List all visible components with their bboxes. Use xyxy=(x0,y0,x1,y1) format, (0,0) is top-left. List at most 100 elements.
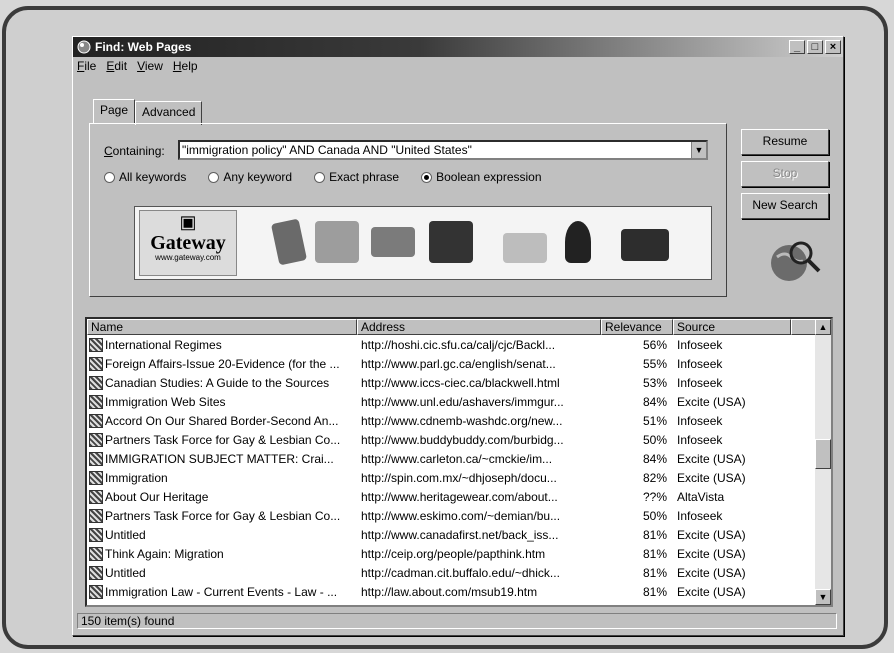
cell-address: http://www.heritagewear.com/about... xyxy=(361,489,558,504)
cell-name: Canadian Studies: A Guide to the Sources xyxy=(87,375,357,390)
stop-button[interactable]: Stop xyxy=(741,161,829,187)
find-window: Find: Web Pages _ □ × File Edit View Hel… xyxy=(72,36,844,636)
cell-address: http://www.buddybuddy.com/burbidg... xyxy=(361,432,564,447)
cell-relevance: 50% xyxy=(642,432,667,447)
find-app-icon xyxy=(77,40,91,54)
cell-name: Accord On Our Shared Border-Second An... xyxy=(87,413,357,428)
joystick-product-icon xyxy=(565,221,591,263)
cell-source: Excite (USA) xyxy=(677,451,746,466)
table-row[interactable]: Foreign Affairs-Issue 20-Evidence (for t… xyxy=(87,354,831,373)
printer-product-icon xyxy=(503,233,547,263)
table-row[interactable]: Partners Task Force for Gay & Lesbian Co… xyxy=(87,506,831,525)
cell-relevance: 81% xyxy=(642,584,667,599)
cell-source: Excite (USA) xyxy=(677,584,746,599)
cell-source: Excite (USA) xyxy=(677,565,746,580)
column-header-name[interactable]: Name xyxy=(87,319,357,335)
ad-banner[interactable]: ▣ Gateway www.gateway.com xyxy=(134,206,712,280)
column-header-address[interactable]: Address xyxy=(357,319,601,335)
cell-name: Think Again: Migration xyxy=(87,546,357,561)
menu-file[interactable]: File xyxy=(77,59,96,73)
cell-relevance: 50% xyxy=(642,508,667,523)
table-row[interactable]: Think Again: Migration http://ceip.org/pe… xyxy=(87,544,831,563)
desktop-pc-product-icon xyxy=(315,221,359,263)
menu-view[interactable]: View xyxy=(137,59,163,73)
radio-label: Boolean expression xyxy=(436,170,542,184)
web-page-icon xyxy=(89,413,103,428)
cell-name: IMMIGRATION SUBJECT MATTER: Crai... xyxy=(87,451,357,466)
results-list[interactable]: Name Address Relevance Source Internatio… xyxy=(85,317,833,607)
cell-relevance: 55% xyxy=(642,356,667,371)
cell-relevance: 81% xyxy=(642,546,667,561)
combo-dropdown-icon[interactable]: ▼ xyxy=(691,142,706,158)
cell-address: http://cadman.cit.buffalo.edu/~dhick... xyxy=(361,565,560,580)
notebook-product-icon xyxy=(270,218,308,266)
containing-label: Containing: xyxy=(104,144,165,158)
radio-all-keywords[interactable]: All keywords xyxy=(104,170,186,184)
cell-source: Excite (USA) xyxy=(677,470,746,485)
resume-button[interactable]: Resume xyxy=(741,129,829,155)
web-page-icon xyxy=(89,394,103,409)
column-header-relevance[interactable]: Relevance xyxy=(601,319,673,335)
table-row[interactable]: Immigration http://spin.com.mx/~dhjoseph/… xyxy=(87,468,831,487)
web-page-icon xyxy=(89,451,103,466)
maximize-button[interactable]: □ xyxy=(807,40,823,54)
table-row[interactable]: IMMIGRATION SUBJECT MATTER: Crai... http:… xyxy=(87,449,831,468)
cell-name: Immigration Web Sites xyxy=(87,394,357,409)
cell-address: http://www.canadafirst.net/back_iss... xyxy=(361,527,559,542)
cell-relevance: 84% xyxy=(642,394,667,409)
radio-button[interactable] xyxy=(104,171,115,183)
radio-exact-phrase[interactable]: Exact phrase xyxy=(314,170,399,184)
cell-address: http://www.carleton.ca/~cmckie/im... xyxy=(361,451,553,466)
table-row[interactable]: Canadian Studies: A Guide to the Sources… xyxy=(87,373,831,392)
title-bar[interactable]: Find: Web Pages _ □ × xyxy=(73,37,843,57)
vertical-scrollbar[interactable]: ▲ ▼ xyxy=(815,319,831,605)
table-row[interactable]: Partners Task Force for Gay & Lesbian Co… xyxy=(87,430,831,449)
new-search-button[interactable]: New Search xyxy=(741,193,829,219)
table-row[interactable]: Immigration Law - Current Events - Law -… xyxy=(87,582,831,601)
scroll-thumb[interactable] xyxy=(815,439,831,469)
menu-edit[interactable]: Edit xyxy=(106,59,127,73)
radio-boolean-expression[interactable]: Boolean expression xyxy=(421,170,542,184)
table-row[interactable]: Accord On Our Shared Border-Second An...… xyxy=(87,411,831,430)
cell-address: http://www.cdnemb-washdc.org/new... xyxy=(361,413,563,428)
cell-address: http://ceip.org/people/papthink.htm xyxy=(361,546,546,561)
gateway-brand: Gateway xyxy=(150,232,226,254)
radio-button[interactable] xyxy=(208,171,220,183)
minimize-button[interactable]: _ xyxy=(789,40,805,54)
tab-page[interactable]: Page xyxy=(93,99,136,123)
close-button[interactable]: × xyxy=(825,40,841,54)
scroll-up-icon[interactable]: ▲ xyxy=(815,319,831,335)
cell-source: Infoseek xyxy=(677,432,723,447)
tab-advanced[interactable]: Advanced xyxy=(135,101,203,125)
cell-name: Untitled xyxy=(87,565,357,580)
table-row[interactable]: Immigration Web Sites http://www.unl.edu/… xyxy=(87,392,831,411)
photo-frame: Find: Web Pages _ □ × File Edit View Hel… xyxy=(2,6,888,649)
table-row[interactable]: Untitled http://cadman.cit.buffalo.edu/~d… xyxy=(87,563,831,582)
web-page-icon xyxy=(89,584,103,599)
web-page-icon xyxy=(89,527,103,542)
cell-address: http://hoshi.cic.sfu.ca/calj/cjc/Backl..… xyxy=(361,337,556,352)
cell-source: Infoseek xyxy=(677,356,723,371)
containing-combobox[interactable]: "immigration policy" AND Canada AND "Uni… xyxy=(178,140,708,160)
column-header-source[interactable]: Source xyxy=(673,319,791,335)
gateway-url: www.gateway.com xyxy=(155,253,221,262)
cell-relevance: 84% xyxy=(642,451,667,466)
cell-relevance: 56% xyxy=(642,337,667,352)
speakers-product-icon xyxy=(429,221,473,263)
radio-label: Any keyword xyxy=(223,170,293,184)
menu-help[interactable]: Help xyxy=(173,59,198,73)
radio-button-selected[interactable] xyxy=(421,171,433,183)
memory-product-icon xyxy=(371,227,415,257)
radio-button[interactable] xyxy=(314,171,326,183)
table-row[interactable]: Untitled http://www.canadafirst.net/back_… xyxy=(87,525,831,544)
cell-source: Excite (USA) xyxy=(677,527,746,542)
table-row[interactable]: About Our Heritage http://www.heritagewea… xyxy=(87,487,831,506)
scroll-down-icon[interactable]: ▼ xyxy=(815,589,831,605)
gateway-logo[interactable]: ▣ Gateway www.gateway.com xyxy=(139,210,237,276)
cell-relevance: 53% xyxy=(642,375,667,390)
containing-query: "immigration policy" AND Canada AND "Uni… xyxy=(182,143,472,157)
table-row[interactable]: International Regimes http://hoshi.cic.sf… xyxy=(87,335,831,354)
cell-relevance: 82% xyxy=(642,470,667,485)
status-bar: 150 item(s) found xyxy=(77,613,837,629)
radio-any-keyword[interactable]: Any keyword xyxy=(208,170,292,184)
